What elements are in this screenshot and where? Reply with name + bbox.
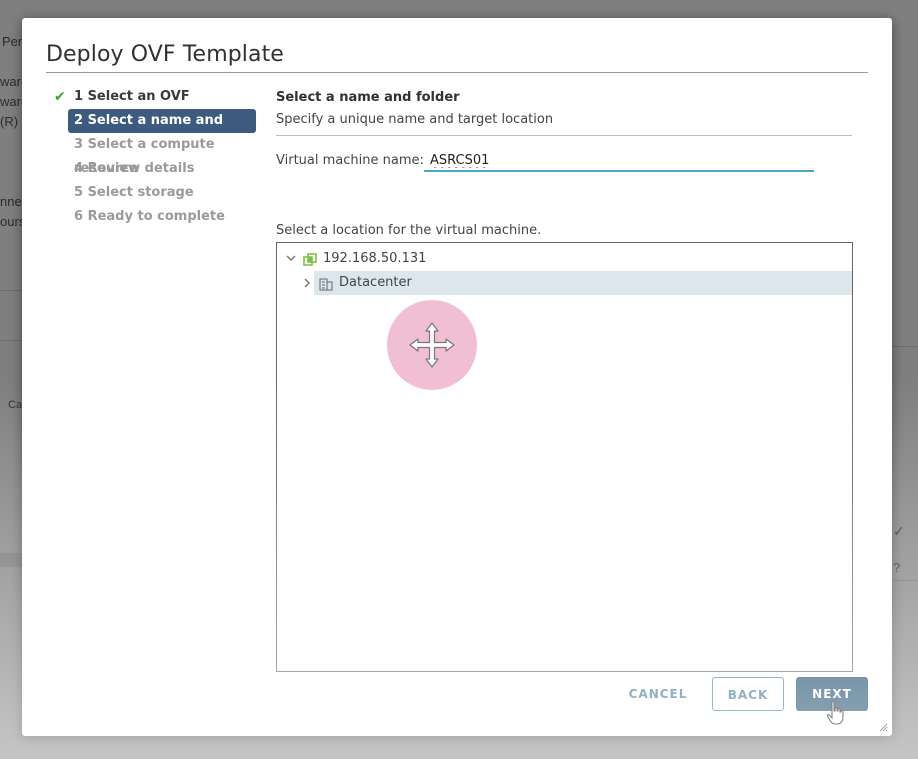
- step-label: 5 Select storage: [74, 185, 194, 200]
- tree-node-label: Datacenter: [339, 275, 412, 290]
- step-label: 6 Ready to complete: [74, 209, 225, 224]
- step-select-ovf-template[interactable]: ✔ 1 Select an OVF template: [52, 85, 260, 128]
- step-select-compute-resource: 3 Select a compute resource: [52, 133, 260, 176]
- vm-name-label: Virtual machine name:: [276, 153, 424, 168]
- checkmark-icon: ✔: [54, 89, 66, 105]
- dialog-title: Deploy OVF Template: [46, 42, 284, 67]
- location-label: Select a location for the virtual machin…: [276, 223, 542, 238]
- check-circle-icon: ✓: [893, 523, 905, 539]
- hand-pointer-icon: [826, 700, 844, 725]
- chevron-down-icon[interactable]: [284, 247, 298, 279]
- help-circle-icon: ?: [893, 560, 901, 575]
- background-divider: [0, 290, 22, 291]
- tree-node-datacenter[interactable]: Datacenter: [304, 271, 852, 295]
- move-cursor-highlight: [387, 300, 477, 390]
- location-tree: 192.168.50.131 Datacenter: [276, 242, 853, 672]
- tree-node-vcenter[interactable]: 192.168.50.131: [277, 247, 852, 271]
- step-review-details: 4 Review details: [52, 157, 260, 181]
- section-divider: [276, 135, 852, 136]
- step-ready-to-complete: 6 Ready to complete: [52, 205, 260, 229]
- vm-name-input[interactable]: [424, 150, 814, 172]
- datacenter-icon: [319, 276, 333, 291]
- cancel-button[interactable]: CANCEL: [618, 677, 698, 711]
- tree-node-label: 192.168.50.131: [323, 251, 427, 266]
- vcenter-icon: [303, 252, 317, 266]
- background-divider: [892, 580, 918, 581]
- section-title: Select a name and folder: [276, 90, 460, 105]
- background-text: Per: [2, 34, 23, 49]
- background-panel: [0, 553, 22, 567]
- background-divider: [892, 346, 918, 347]
- step-select-storage: 5 Select storage: [52, 181, 260, 205]
- step-content: Select a name and folder Specify a uniqu…: [276, 90, 854, 672]
- resize-grip-icon[interactable]: [878, 722, 888, 732]
- section-subtitle: Specify a unique name and target locatio…: [276, 112, 554, 127]
- chevron-right-icon[interactable]: [300, 271, 314, 303]
- move-cursor-icon: [409, 322, 455, 368]
- back-button[interactable]: BACK: [712, 677, 784, 711]
- background-text: (R): [0, 114, 19, 129]
- background-text: Ca: [8, 399, 23, 411]
- title-divider: [46, 72, 868, 73]
- step-label: 4 Review details: [74, 161, 195, 176]
- vm-name-row: Virtual machine name:: [276, 150, 854, 172]
- wizard-steps: ✔ 1 Select an OVF template 2 Select a na…: [52, 85, 260, 229]
- background-divider: [0, 340, 22, 341]
- step-select-name-folder[interactable]: 2 Select a name and folder: [68, 109, 256, 152]
